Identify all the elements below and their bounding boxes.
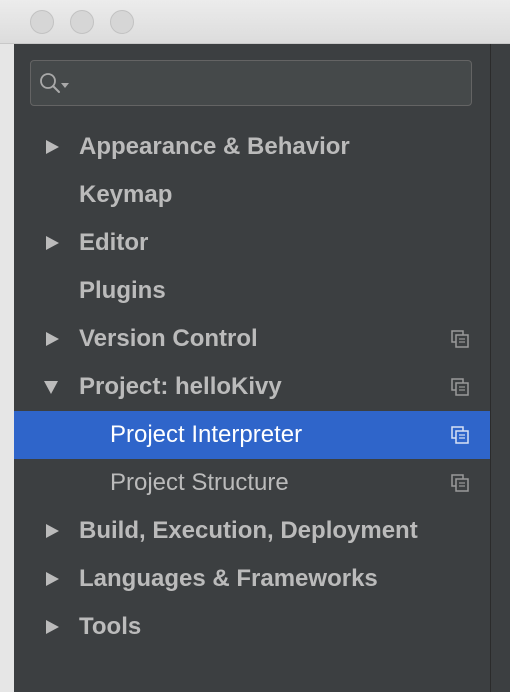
tree-item-plugins[interactable]: Plugins (14, 267, 490, 315)
tree-item-label: Languages & Frameworks (79, 565, 378, 592)
search-field[interactable] (30, 60, 472, 106)
expand-arrow-icon[interactable] (44, 571, 60, 587)
tree-item-label: Version Control (79, 325, 258, 352)
tree-item-label: Project Interpreter (110, 421, 303, 448)
zoom-window-button[interactable] (110, 10, 134, 34)
tree-item-label: Editor (79, 229, 149, 256)
collapse-arrow-icon[interactable] (43, 379, 59, 395)
tree-item-label: Keymap (79, 181, 173, 208)
tree-item-project-structure[interactable]: Project Structure (14, 459, 490, 507)
tree-item-editor[interactable]: Editor (14, 219, 490, 267)
tree-item-project-interpreter[interactable]: Project Interpreter (14, 411, 490, 459)
expand-arrow-icon[interactable] (44, 619, 60, 635)
expand-arrow-icon[interactable] (44, 523, 60, 539)
tree-item-project-hellokivy[interactable]: Project: helloKivy (14, 363, 490, 411)
tree-item-build-execution-deployment[interactable]: Build, Execution, Deployment (14, 507, 490, 555)
tree-item-label: Project Structure (110, 469, 289, 496)
title-bar (0, 0, 510, 44)
project-settings-icon (451, 378, 469, 396)
tree-item-tools[interactable]: Tools (14, 603, 490, 651)
tree-item-label: Build, Execution, Deployment (79, 517, 418, 544)
tree-item-version-control[interactable]: Version Control (14, 315, 490, 363)
search-icon[interactable] (39, 72, 73, 96)
tree-item-label: Tools (79, 613, 142, 640)
minimize-window-button[interactable] (70, 10, 94, 34)
close-window-button[interactable] (30, 10, 54, 34)
tree-item-label: Appearance & Behavior (79, 133, 350, 160)
project-settings-icon (451, 426, 469, 444)
tree-item-appearance-behavior[interactable]: Appearance & Behavior (14, 123, 490, 171)
tree-item-languages-frameworks[interactable]: Languages & Frameworks (14, 555, 490, 603)
settings-content-area (491, 44, 510, 692)
settings-nav-panel: Appearance & Behavior Keymap Editor Plug… (14, 44, 490, 692)
project-settings-icon (451, 474, 469, 492)
tree-item-keymap[interactable]: Keymap (14, 171, 490, 219)
expand-arrow-icon[interactable] (44, 139, 60, 155)
expand-arrow-icon[interactable] (44, 235, 60, 251)
tree-item-label: Plugins (79, 277, 166, 304)
project-settings-icon (451, 330, 469, 348)
search-dropdown-icon (61, 83, 69, 88)
tree-item-label: Project: helloKivy (79, 373, 282, 400)
expand-arrow-icon[interactable] (44, 331, 60, 347)
window-edge (0, 44, 14, 692)
